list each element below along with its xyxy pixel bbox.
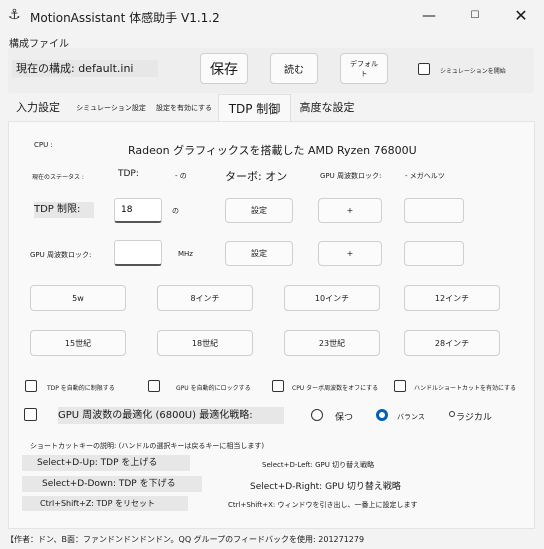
preset-12-button[interactable]: 12インチ xyxy=(404,285,500,311)
mhz-unit-label: MHz xyxy=(178,250,193,258)
read-button[interactable]: 読む xyxy=(270,53,318,84)
close-button[interactable]: ✕ xyxy=(498,0,544,32)
tdp-limit-label: TDP 制限: xyxy=(34,202,94,218)
gpu-lock-input[interactable] xyxy=(114,240,162,266)
strategy-keep-radio[interactable] xyxy=(311,409,323,421)
shortcut-reset: Ctrl+Shift+Z: TDP をリセット xyxy=(22,496,188,511)
preset-8-button[interactable]: 8インチ xyxy=(157,285,253,311)
strategy-radical-radio[interactable] xyxy=(449,411,455,417)
auto-gpu-label: GPU を自動的にロックする xyxy=(176,385,251,392)
tab-tdp-control[interactable]: TDP 制御 xyxy=(218,94,291,122)
tab-advanced-settings[interactable]: 高度な設定 xyxy=(292,94,362,122)
handle-shortcut-label: ハンドルショートカットを有効にする xyxy=(414,385,517,392)
strategy-keep-label: 保つ xyxy=(335,413,354,423)
auto-gpu-checkbox[interactable] xyxy=(148,380,160,392)
app-logo-icon: ⚓ xyxy=(8,7,21,23)
gpu-lock-plus-button[interactable]: + xyxy=(318,241,382,266)
preset-5w-button[interactable]: 5w xyxy=(30,285,126,311)
preset-15-button[interactable]: 15世紀 xyxy=(30,330,126,356)
maximize-button[interactable]: ☐ xyxy=(452,0,498,32)
simulation-label: シミュレーションを開始 xyxy=(440,68,506,75)
default-button[interactable]: デフォルト xyxy=(340,53,388,84)
turbo-status: ターボ: オン xyxy=(225,170,288,183)
tdp-plus-button[interactable]: + xyxy=(318,198,382,223)
status-bar: 【作者：ドン、B面：ファンドンドンドンドン。QQ グループのフィードバックを使用… xyxy=(6,535,365,544)
shortcut-down: Select+D-Down: TDP を下げる xyxy=(22,476,202,492)
save-button[interactable]: 保存 xyxy=(200,53,248,84)
tab-enable-settings[interactable]: 設定を有効にする xyxy=(150,94,218,122)
simulation-checkbox[interactable] xyxy=(418,63,430,75)
shortcut-up: Select+D-Up: TDP を上げる xyxy=(22,455,190,471)
handle-shortcut-checkbox[interactable] xyxy=(394,380,406,392)
strategy-balance-radio[interactable] xyxy=(376,409,388,421)
gpu-lock-minus-button[interactable] xyxy=(404,241,464,266)
auto-tdp-label: TDP を自動的に制限する xyxy=(47,385,115,392)
minimize-button[interactable]: — xyxy=(406,0,452,32)
preset-18-button[interactable]: 18世紀 xyxy=(157,330,253,356)
strategy-balance-label: バランス xyxy=(397,413,425,421)
gpu-freq-value: - メガヘルツ xyxy=(405,172,445,180)
shortcut-title: ショートカットキーの説明: (ハンドルの選択キーは戻るキーに相当します) xyxy=(30,442,265,450)
gpu-optimize-label: GPU 周波数の最適化 (6800U) 最適化戦略: xyxy=(58,407,284,424)
tab-simulation-settings[interactable]: シミュレーション設定 xyxy=(76,94,146,122)
cpu-label: CPU : xyxy=(34,141,53,149)
strategy-radical-label: ラジカル xyxy=(456,413,492,423)
tdp-minus-button[interactable] xyxy=(404,198,464,223)
window-title: MotionAssistant 体感助手 V1.1.2 xyxy=(30,11,220,25)
tdp-set-button[interactable]: 設定 xyxy=(225,198,293,223)
preset-28-button[interactable]: 28インチ xyxy=(404,330,500,356)
tab-input-settings[interactable]: 入力設定 xyxy=(8,94,68,122)
preset-23-button[interactable]: 23世紀 xyxy=(284,330,380,356)
auto-tdp-checkbox[interactable] xyxy=(25,380,37,392)
gpu-lock-set-button[interactable]: 設定 xyxy=(225,241,293,266)
tdp-unit-label: の xyxy=(172,207,179,215)
cpu-turbo-off-checkbox[interactable] xyxy=(272,380,284,392)
gpu-lock-label: GPU 周波数ロック: xyxy=(30,251,92,259)
cpu-turbo-off-label: CPU ターボ周波数をオフにする xyxy=(292,385,379,392)
cpu-name: Radeon グラフィックスを搭載した AMD Ryzen 76800U xyxy=(128,144,417,157)
current-tdp-value: - の xyxy=(175,172,187,180)
current-tdp-label: TDP: xyxy=(118,169,139,179)
shortcut-window: Ctrl+Shift+X: ウィンドウを引き出し、一番上に設定します xyxy=(228,501,418,509)
gpu-freq-label: GPU 周波数ロック: xyxy=(320,172,382,180)
shortcut-right: Select+D-Right: GPU 切り替え戦略 xyxy=(250,482,401,492)
gpu-optimize-checkbox[interactable] xyxy=(24,408,37,421)
status-label: 現在のステータス : xyxy=(32,174,84,181)
current-config-label: 現在の構成: default.ini xyxy=(12,60,158,77)
preset-10-button[interactable]: 10インチ xyxy=(284,285,380,311)
tdp-limit-input[interactable] xyxy=(114,198,162,223)
shortcut-left: Select+D-Left: GPU 切り替え戦略 xyxy=(262,461,375,469)
